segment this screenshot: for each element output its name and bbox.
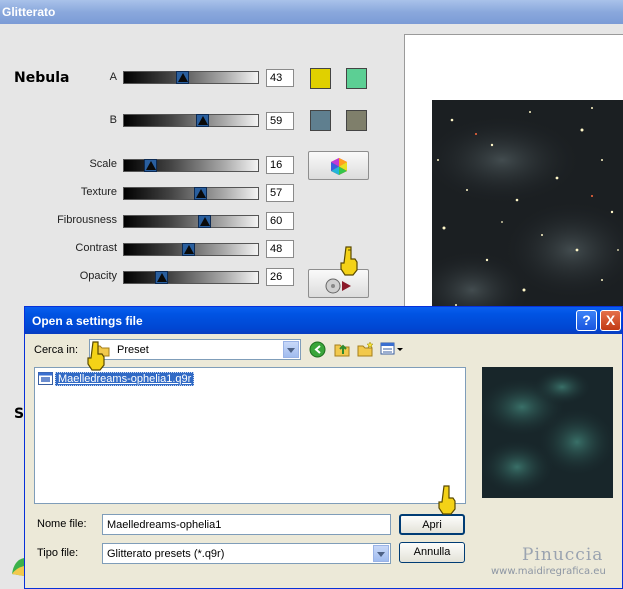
color-swatch-b-primary[interactable] [310,110,331,131]
value-field-fibrousness[interactable]: 60 [266,212,294,230]
slider-label-texture: Texture [80,186,117,198]
slider-label-a: A [109,71,117,83]
value-field-texture[interactable]: 57 [266,184,294,202]
new-folder-icon[interactable] [356,340,375,358]
hexagon-color-wheel-icon [331,158,347,175]
file-type-value: Glitterato presets (*.q9r) [107,548,225,560]
value-field-opacity[interactable]: 26 [266,268,294,286]
main-window-titlebar: Glitterato [0,0,623,24]
help-button[interactable]: ? [576,310,597,331]
color-wheel-button[interactable] [308,151,369,180]
up-folder-icon[interactable] [333,340,352,358]
cancel-button[interactable]: Annulla [399,542,465,563]
slider-contrast-thumb[interactable] [182,243,195,256]
slider-opacity[interactable] [123,271,259,284]
watermark-name: Pinuccia [522,545,604,565]
file-name-field[interactable]: Maelledreams-ophelia1 [102,514,391,535]
chevron-down-icon[interactable] [373,545,389,562]
slider-opacity-thumb[interactable] [155,271,168,284]
value-field-contrast[interactable]: 48 [266,240,294,258]
view-menu-icon[interactable] [380,341,404,357]
preset-preview-image [482,367,613,498]
file-name-value: Maelledreams-ophelia1 [107,519,222,531]
file-type-combo[interactable]: Glitterato presets (*.q9r) [102,543,391,564]
hand-pointer-icon [340,246,358,276]
nebula-preview-image [432,100,623,325]
hand-pointer-icon [438,485,456,515]
file-name-label[interactable]: Maelledreams-ophelia1.q9r [55,372,195,386]
look-in-label: Cerca in: [34,344,79,356]
app-logo-icon [12,558,24,576]
main-window-title: Glitterato [2,5,56,19]
watermark-url: www.maidiregrafica.eu [491,566,606,577]
slider-label-opacity: Opacity [79,270,117,282]
open-button[interactable]: Apri [399,514,465,535]
chevron-down-icon[interactable] [283,341,299,358]
slider-b[interactable] [123,114,259,127]
color-swatch-a-primary[interactable] [310,68,331,89]
hand-pointer-icon [87,341,105,371]
dialog-title: Open a settings file [32,314,143,328]
slider-fibrousness[interactable] [123,215,259,228]
look-in-combo[interactable]: Preset [89,339,301,360]
value-field-b[interactable]: 59 [266,112,294,130]
look-in-value: Preset [117,344,149,356]
back-icon[interactable] [309,341,326,358]
starfield-nebula-graphic [432,107,623,325]
slider-texture[interactable] [123,187,259,200]
color-swatch-b-secondary[interactable] [346,110,367,131]
slider-a-thumb[interactable] [176,71,189,84]
value-field-scale[interactable]: 16 [266,156,294,174]
teal-nebula-graphic [482,369,613,495]
slider-label-fibrousness: Fibrousness [57,214,117,226]
slider-scale[interactable] [123,159,259,172]
file-type-field-label: Tipo file: [37,547,79,559]
slider-scale-thumb[interactable] [144,159,157,172]
dialog-titlebar: Open a settings file ? X [25,307,622,334]
value-field-a[interactable]: 43 [266,69,294,87]
file-name-field-label: Nome file: [37,518,87,530]
slider-texture-thumb[interactable] [194,187,207,200]
slider-label-contrast: Contrast [75,242,117,254]
slider-a[interactable] [123,71,259,84]
slider-b-thumb[interactable] [196,114,209,127]
preset-file-icon [38,372,53,385]
file-list[interactable]: Maelledreams-ophelia1.q9r [34,367,466,504]
slider-contrast[interactable] [123,243,259,256]
preview-panel [404,34,623,325]
close-button[interactable]: X [600,310,621,331]
slider-fibrousness-thumb[interactable] [198,215,211,228]
slider-label-b: B [109,114,117,126]
slider-label-scale: Scale [89,158,117,170]
color-swatch-a-secondary[interactable] [346,68,367,89]
